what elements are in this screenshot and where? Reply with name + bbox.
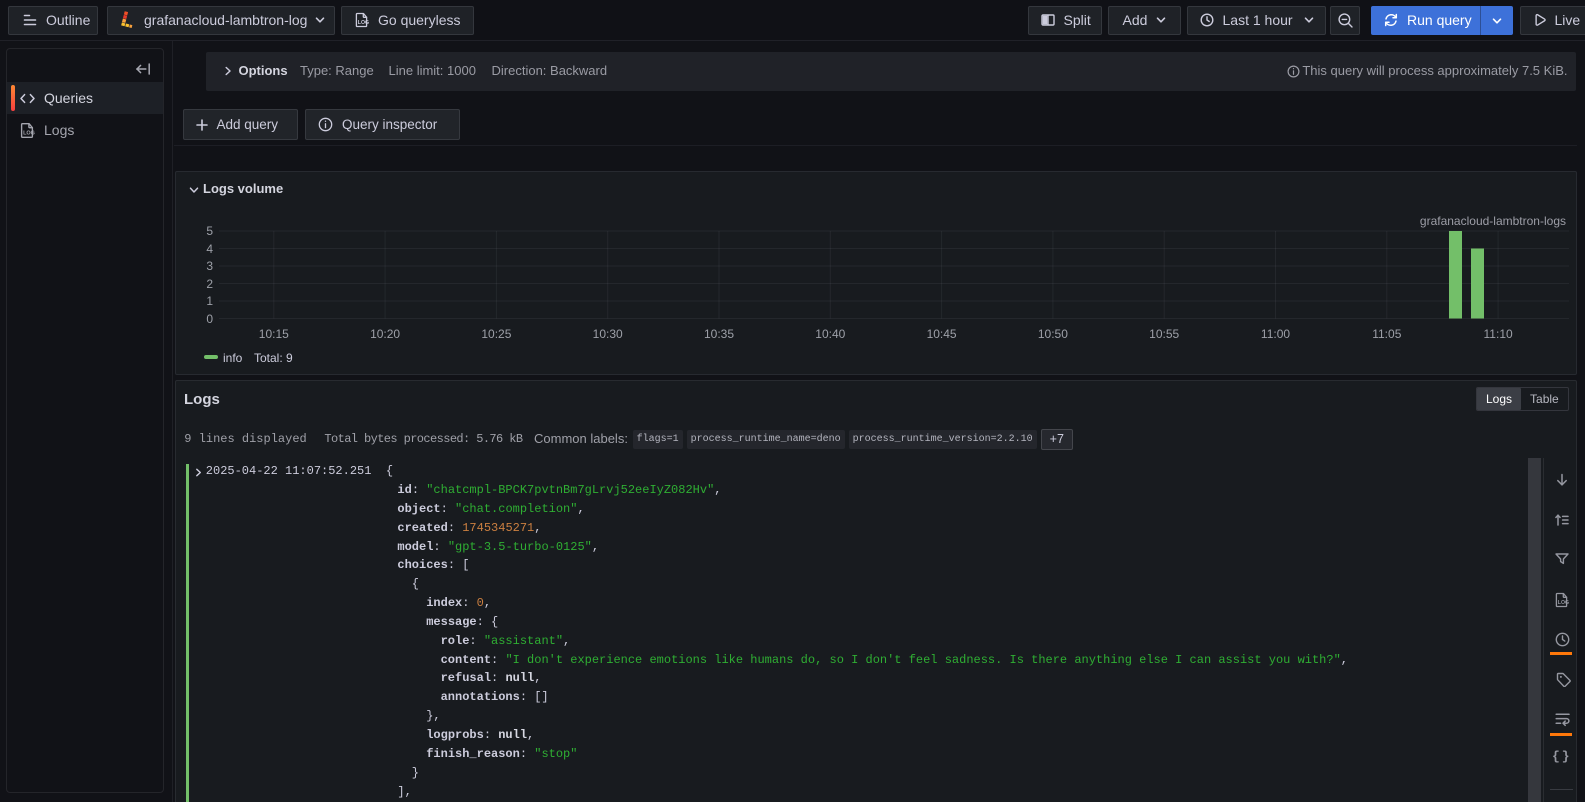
svg-text:LOG: LOG: [358, 20, 369, 26]
svg-text:LOG: LOG: [1558, 600, 1569, 606]
svg-text:LOG: LOG: [23, 131, 35, 137]
